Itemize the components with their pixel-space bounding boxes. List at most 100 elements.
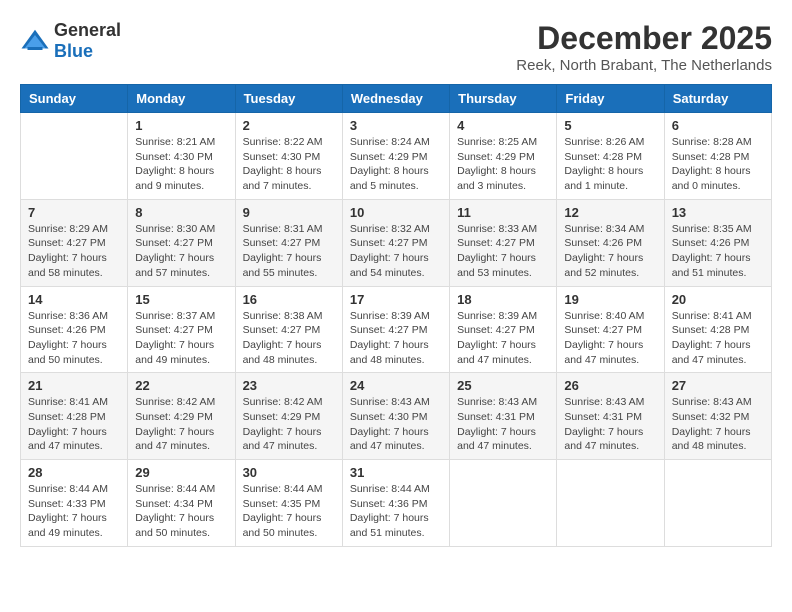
day-number: 4 <box>457 118 549 133</box>
day-number: 24 <box>350 378 442 393</box>
title-section: December 2025 Reek, North Brabant, The N… <box>516 20 772 74</box>
calendar-cell <box>664 460 771 547</box>
day-info: Sunrise: 8:25 AM Sunset: 4:29 PM Dayligh… <box>457 135 549 194</box>
day-info: Sunrise: 8:44 AM Sunset: 4:35 PM Dayligh… <box>243 482 335 541</box>
logo-text-blue: Blue <box>54 41 93 61</box>
calendar-cell: 16 Sunrise: 8:38 AM Sunset: 4:27 PM Dayli… <box>235 286 342 373</box>
week-row-1: 1Sunrise: 8:21 AM Sunset: 4:30 PM Daylig… <box>21 113 772 200</box>
column-header-monday: Monday <box>128 85 235 113</box>
week-row-5: 28 Sunrise: 8:44 AM Sunset: 4:33 PM Dayli… <box>21 460 772 547</box>
calendar-cell: 17Sunrise: 8:39 AM Sunset: 4:27 PM Dayli… <box>342 286 449 373</box>
column-header-saturday: Saturday <box>664 85 771 113</box>
column-header-tuesday: Tuesday <box>235 85 342 113</box>
column-header-wednesday: Wednesday <box>342 85 449 113</box>
day-info: Sunrise: 8:29 AM Sunset: 4:27 PM Dayligh… <box>28 222 120 281</box>
calendar-cell: 5Sunrise: 8:26 AM Sunset: 4:28 PM Daylig… <box>557 113 664 200</box>
day-info: Sunrise: 8:44 AM Sunset: 4:33 PM Dayligh… <box>28 482 120 541</box>
calendar-cell: 6Sunrise: 8:28 AM Sunset: 4:28 PM Daylig… <box>664 113 771 200</box>
calendar-cell: 1Sunrise: 8:21 AM Sunset: 4:30 PM Daylig… <box>128 113 235 200</box>
day-number: 3 <box>350 118 442 133</box>
day-number: 25 <box>457 378 549 393</box>
column-header-thursday: Thursday <box>450 85 557 113</box>
month-title: December 2025 <box>516 20 772 57</box>
day-info: Sunrise: 8:36 AM Sunset: 4:26 PM Dayligh… <box>28 309 120 368</box>
day-number: 28 <box>28 465 120 480</box>
day-number: 20 <box>672 292 764 307</box>
day-number: 2 <box>243 118 335 133</box>
day-info: Sunrise: 8:38 AM Sunset: 4:27 PM Dayligh… <box>243 309 335 368</box>
calendar-cell: 18 Sunrise: 8:39 AM Sunset: 4:27 PM Dayli… <box>450 286 557 373</box>
day-info: Sunrise: 8:22 AM Sunset: 4:30 PM Dayligh… <box>243 135 335 194</box>
calendar-cell: 9Sunrise: 8:31 AM Sunset: 4:27 PM Daylig… <box>235 199 342 286</box>
calendar-cell: 29 Sunrise: 8:44 AM Sunset: 4:34 PM Dayli… <box>128 460 235 547</box>
week-row-2: 7 Sunrise: 8:29 AM Sunset: 4:27 PM Daylig… <box>21 199 772 286</box>
logo-text-general: General <box>54 20 121 40</box>
day-number: 18 <box>457 292 549 307</box>
day-number: 8 <box>135 205 227 220</box>
day-info: Sunrise: 8:24 AM Sunset: 4:29 PM Dayligh… <box>350 135 442 194</box>
calendar-cell: 11 Sunrise: 8:33 AM Sunset: 4:27 PM Dayli… <box>450 199 557 286</box>
day-number: 27 <box>672 378 764 393</box>
day-info: Sunrise: 8:43 AM Sunset: 4:30 PM Dayligh… <box>350 395 442 454</box>
day-number: 7 <box>28 205 120 220</box>
calendar-cell: 8 Sunrise: 8:30 AM Sunset: 4:27 PM Daylig… <box>128 199 235 286</box>
calendar-cell: 30 Sunrise: 8:44 AM Sunset: 4:35 PM Dayli… <box>235 460 342 547</box>
calendar-cell: 4 Sunrise: 8:25 AM Sunset: 4:29 PM Daylig… <box>450 113 557 200</box>
calendar-cell: 13Sunrise: 8:35 AM Sunset: 4:26 PM Dayli… <box>664 199 771 286</box>
day-number: 15 <box>135 292 227 307</box>
calendar-cell: 26Sunrise: 8:43 AM Sunset: 4:31 PM Dayli… <box>557 373 664 460</box>
day-number: 30 <box>243 465 335 480</box>
day-info: Sunrise: 8:21 AM Sunset: 4:30 PM Dayligh… <box>135 135 227 194</box>
day-number: 10 <box>350 205 442 220</box>
day-info: Sunrise: 8:30 AM Sunset: 4:27 PM Dayligh… <box>135 222 227 281</box>
calendar-cell: 7 Sunrise: 8:29 AM Sunset: 4:27 PM Daylig… <box>21 199 128 286</box>
week-row-4: 21 Sunrise: 8:41 AM Sunset: 4:28 PM Dayli… <box>21 373 772 460</box>
day-info: Sunrise: 8:37 AM Sunset: 4:27 PM Dayligh… <box>135 309 227 368</box>
calendar-cell: 21 Sunrise: 8:41 AM Sunset: 4:28 PM Dayli… <box>21 373 128 460</box>
day-info: Sunrise: 8:41 AM Sunset: 4:28 PM Dayligh… <box>28 395 120 454</box>
calendar-cell: 27 Sunrise: 8:43 AM Sunset: 4:32 PM Dayli… <box>664 373 771 460</box>
day-info: Sunrise: 8:39 AM Sunset: 4:27 PM Dayligh… <box>457 309 549 368</box>
calendar-cell: 19Sunrise: 8:40 AM Sunset: 4:27 PM Dayli… <box>557 286 664 373</box>
week-row-3: 14 Sunrise: 8:36 AM Sunset: 4:26 PM Dayli… <box>21 286 772 373</box>
calendar-cell: 3 Sunrise: 8:24 AM Sunset: 4:29 PM Daylig… <box>342 113 449 200</box>
calendar-cell <box>21 113 128 200</box>
day-info: Sunrise: 8:33 AM Sunset: 4:27 PM Dayligh… <box>457 222 549 281</box>
page-header: General Blue December 2025 Reek, North B… <box>20 20 772 74</box>
day-info: Sunrise: 8:42 AM Sunset: 4:29 PM Dayligh… <box>135 395 227 454</box>
calendar-cell: 25Sunrise: 8:43 AM Sunset: 4:31 PM Dayli… <box>450 373 557 460</box>
day-number: 12 <box>564 205 656 220</box>
calendar-cell: 15 Sunrise: 8:37 AM Sunset: 4:27 PM Dayli… <box>128 286 235 373</box>
calendar-cell: 10Sunrise: 8:32 AM Sunset: 4:27 PM Dayli… <box>342 199 449 286</box>
calendar-cell: 31Sunrise: 8:44 AM Sunset: 4:36 PM Dayli… <box>342 460 449 547</box>
calendar-cell: 28 Sunrise: 8:44 AM Sunset: 4:33 PM Dayli… <box>21 460 128 547</box>
day-number: 29 <box>135 465 227 480</box>
calendar-cell: 14 Sunrise: 8:36 AM Sunset: 4:26 PM Dayli… <box>21 286 128 373</box>
day-number: 16 <box>243 292 335 307</box>
column-header-sunday: Sunday <box>21 85 128 113</box>
day-number: 21 <box>28 378 120 393</box>
calendar-cell: 12Sunrise: 8:34 AM Sunset: 4:26 PM Dayli… <box>557 199 664 286</box>
day-number: 31 <box>350 465 442 480</box>
day-info: Sunrise: 8:44 AM Sunset: 4:34 PM Dayligh… <box>135 482 227 541</box>
logo: General Blue <box>20 20 121 62</box>
day-info: Sunrise: 8:43 AM Sunset: 4:32 PM Dayligh… <box>672 395 764 454</box>
day-info: Sunrise: 8:31 AM Sunset: 4:27 PM Dayligh… <box>243 222 335 281</box>
day-number: 5 <box>564 118 656 133</box>
day-number: 22 <box>135 378 227 393</box>
day-number: 11 <box>457 205 549 220</box>
calendar-cell: 2 Sunrise: 8:22 AM Sunset: 4:30 PM Daylig… <box>235 113 342 200</box>
calendar-cell: 20Sunrise: 8:41 AM Sunset: 4:28 PM Dayli… <box>664 286 771 373</box>
day-info: Sunrise: 8:43 AM Sunset: 4:31 PM Dayligh… <box>564 395 656 454</box>
calendar-cell <box>450 460 557 547</box>
day-info: Sunrise: 8:35 AM Sunset: 4:26 PM Dayligh… <box>672 222 764 281</box>
column-header-friday: Friday <box>557 85 664 113</box>
day-number: 14 <box>28 292 120 307</box>
day-number: 23 <box>243 378 335 393</box>
day-info: Sunrise: 8:40 AM Sunset: 4:27 PM Dayligh… <box>564 309 656 368</box>
calendar-cell <box>557 460 664 547</box>
day-number: 17 <box>350 292 442 307</box>
logo-icon <box>20 26 50 56</box>
calendar-cell: 23Sunrise: 8:42 AM Sunset: 4:29 PM Dayli… <box>235 373 342 460</box>
calendar-table: SundayMondayTuesdayWednesdayThursdayFrid… <box>20 84 772 547</box>
